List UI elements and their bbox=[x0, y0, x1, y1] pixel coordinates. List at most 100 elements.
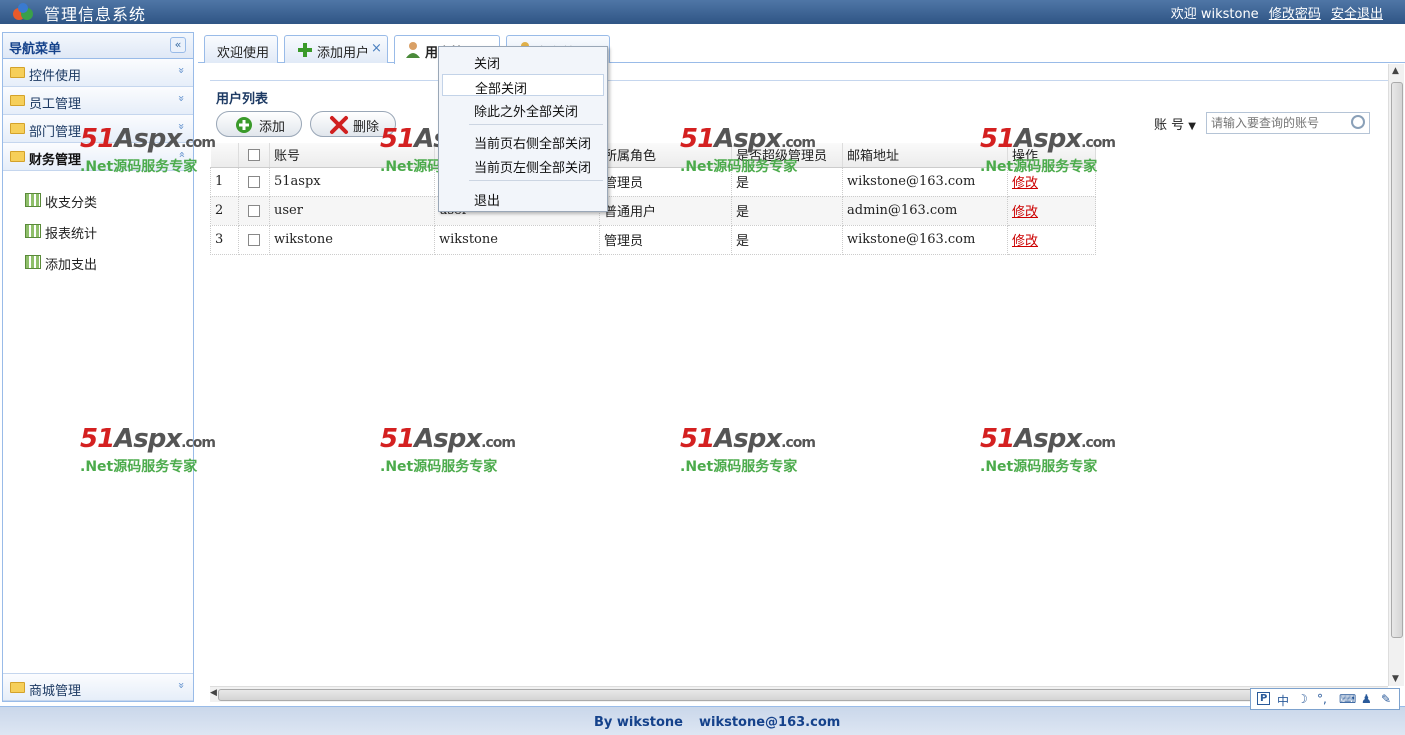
scroll-up-icon[interactable]: ▲ bbox=[1392, 66, 1399, 76]
add-button[interactable]: 添加 bbox=[216, 111, 302, 137]
folder-icon bbox=[10, 95, 25, 106]
scroll-left-icon[interactable]: ◀ bbox=[210, 688, 217, 698]
email-cell: wikstone@163.com bbox=[842, 166, 1008, 197]
table-icon bbox=[25, 224, 41, 238]
user-icon bbox=[406, 42, 420, 58]
section-label: 财务管理 bbox=[29, 153, 82, 168]
change-password-link[interactable]: 修改密码 bbox=[1269, 7, 1321, 22]
logout-link[interactable]: 安全退出 bbox=[1331, 7, 1383, 22]
settings-wrench-icon[interactable]: ✎ bbox=[1381, 692, 1391, 706]
ime-toolbar[interactable]: P 中 ☽ °, ⌨ ♟ ✎ bbox=[1250, 688, 1400, 710]
chevron-down-icon: » bbox=[175, 95, 189, 102]
finance-submenu: 收支分类 报表统计 添加支出 bbox=[3, 171, 193, 280]
row-checkbox[interactable] bbox=[248, 175, 260, 188]
sidebar-item-categories[interactable]: 收支分类 bbox=[3, 187, 193, 218]
sidebar-section-employees[interactable]: 员工管理 » bbox=[3, 87, 193, 115]
table-icon bbox=[25, 255, 41, 269]
sidebar-section-departments[interactable]: 部门管理 » bbox=[3, 115, 193, 143]
column-header[interactable]: 账号 bbox=[269, 143, 435, 168]
sidebar-item-label: 添加支出 bbox=[45, 258, 98, 273]
menu-item-exit[interactable]: 退出 bbox=[442, 187, 604, 209]
sidebar-title: 导航菜单 bbox=[9, 42, 62, 57]
role-cell: 管理员 bbox=[599, 166, 732, 197]
select-all-checkbox[interactable] bbox=[248, 148, 260, 161]
tab-welcome[interactable]: 欢迎使用 bbox=[204, 35, 278, 63]
row-number: 2 bbox=[210, 195, 239, 226]
panel-title: 用户列表 bbox=[216, 92, 269, 107]
folder-icon bbox=[10, 123, 25, 134]
sidebar-section-finance[interactable]: 财务管理 » bbox=[3, 143, 193, 171]
edit-link[interactable]: 修改 bbox=[1012, 176, 1038, 191]
half-width-moon-icon[interactable]: ☽ bbox=[1297, 692, 1308, 706]
row-checkbox[interactable] bbox=[248, 204, 260, 217]
app-title: 管理信息系统 bbox=[44, 5, 147, 24]
vertical-scrollbar[interactable]: ▲ ▼ bbox=[1388, 64, 1404, 686]
search-field-select[interactable]: 账 号 ▼ bbox=[1154, 114, 1196, 133]
table-row[interactable]: 3 wikstone wikstone 管理员 是 wikstone@163.c… bbox=[210, 224, 1096, 255]
super-admin-cell: 是 bbox=[731, 166, 843, 197]
sidebar-section-mall[interactable]: 商城管理 » bbox=[3, 673, 193, 701]
punctuation-icon[interactable]: °, bbox=[1317, 692, 1327, 706]
menu-separator bbox=[469, 124, 603, 125]
column-header[interactable]: 是否超级管理员 bbox=[731, 143, 843, 168]
action-cell: 修改 bbox=[1007, 195, 1096, 226]
sidebar-item-label: 报表统计 bbox=[45, 227, 98, 242]
main-area: 欢迎使用 添加用户 × 用户管理 角色管理 用户列表 bbox=[198, 32, 1405, 702]
menu-separator bbox=[469, 180, 603, 181]
table-header-row: 账号 姓名 所属角色 是否超级管理员 邮箱地址 操作 bbox=[210, 143, 1096, 168]
column-header[interactable]: 所属角色 bbox=[599, 143, 732, 168]
chevron-down-icon: » bbox=[175, 67, 189, 74]
tab-add-user[interactable]: 添加用户 × bbox=[284, 35, 388, 63]
scroll-down-icon[interactable]: ▼ bbox=[1392, 674, 1399, 684]
vertical-scroll-thumb[interactable] bbox=[1391, 82, 1403, 638]
section-label: 部门管理 bbox=[29, 125, 82, 140]
sidebar-item-reports[interactable]: 报表统计 bbox=[3, 218, 193, 249]
menu-item-close[interactable]: 关闭 bbox=[442, 50, 604, 72]
folder-icon bbox=[10, 682, 25, 693]
column-header[interactable]: 邮箱地址 bbox=[842, 143, 1008, 168]
close-tab-icon[interactable]: × bbox=[371, 41, 382, 56]
table-row[interactable]: 1 51aspx 51aspx 管理员 是 wikstone@163.com 修… bbox=[210, 166, 1096, 197]
sidebar-section-controls[interactable]: 控件使用 » bbox=[3, 59, 193, 87]
add-circle-icon bbox=[236, 117, 252, 133]
search-icon[interactable] bbox=[1351, 115, 1365, 129]
delete-button-label: 删除 bbox=[353, 120, 380, 135]
search-field-label: 账 号 bbox=[1154, 118, 1185, 133]
email-cell: wikstone@163.com bbox=[842, 224, 1008, 255]
section-label: 控件使用 bbox=[29, 69, 82, 84]
tab-label: 添加用户 bbox=[317, 46, 370, 61]
dropdown-arrow-icon: ▼ bbox=[1188, 121, 1196, 132]
edit-link[interactable]: 修改 bbox=[1012, 234, 1038, 249]
footer-text: By wikstone wikstone@163.com bbox=[594, 715, 840, 730]
edit-link[interactable]: 修改 bbox=[1012, 205, 1038, 220]
user-list-panel: 用户列表 添加 删除 账 号 ▼ 账号 bbox=[210, 80, 1388, 686]
add-icon bbox=[298, 43, 312, 57]
ime-language-toggle[interactable]: 中 bbox=[1277, 692, 1289, 709]
section-label: 商城管理 bbox=[29, 684, 82, 699]
search-input[interactable] bbox=[1207, 113, 1347, 133]
collapse-sidebar-icon[interactable]: « bbox=[170, 37, 186, 53]
menu-item-close-left[interactable]: 当前页左侧全部关闭 bbox=[442, 154, 604, 176]
row-select-cell bbox=[238, 166, 270, 197]
table-row[interactable]: 2 user user 普通用户 是 admin@163.com 修改 bbox=[210, 195, 1096, 226]
sidebar-item-label: 收支分类 bbox=[45, 196, 98, 211]
user-icon[interactable]: ♟ bbox=[1361, 692, 1372, 706]
sidebar-item-add-expense[interactable]: 添加支出 bbox=[3, 249, 193, 280]
menu-item-close-all[interactable]: 全部关闭 bbox=[442, 74, 604, 97]
menu-item-close-right[interactable]: 当前页右侧全部关闭 bbox=[442, 130, 604, 152]
soft-keyboard-icon[interactable]: ⌨ bbox=[1339, 692, 1356, 706]
horizontal-scrollbar[interactable]: ◀ ▶ bbox=[210, 686, 1388, 702]
column-header[interactable]: 操作 bbox=[1007, 143, 1096, 168]
email-cell: admin@163.com bbox=[842, 195, 1008, 226]
ime-logo-icon[interactable]: P bbox=[1257, 692, 1271, 705]
super-admin-cell: 是 bbox=[731, 224, 843, 255]
header-user-area: 欢迎 wikstone 修改密码 安全退出 bbox=[1171, 3, 1383, 22]
chevron-up-icon: » bbox=[175, 151, 189, 158]
delete-button[interactable]: 删除 bbox=[310, 111, 396, 137]
super-admin-cell: 是 bbox=[731, 195, 843, 226]
horizontal-scroll-thumb[interactable] bbox=[218, 689, 1368, 701]
menu-item-close-others[interactable]: 除此之外全部关闭 bbox=[442, 98, 604, 120]
footer-author: By wikstone bbox=[594, 715, 683, 730]
row-checkbox[interactable] bbox=[248, 233, 260, 246]
role-cell: 普通用户 bbox=[599, 195, 732, 226]
